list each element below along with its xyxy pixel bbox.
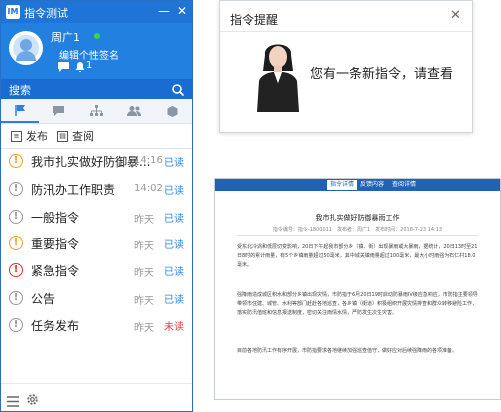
document-paragraph: 目前各地防汛工作有序开展，市防指要求各地继续加强巡查值守，做好应对后续强降雨的各… <box>237 348 458 354</box>
list-item[interactable]: ! 任务发布 昨天 未读 <box>1 311 192 339</box>
item-status: 已读 <box>164 186 184 197</box>
item-time: 昨天 <box>134 323 154 334</box>
tab-instructions[interactable] <box>1 99 39 123</box>
item-time: 14:02 <box>134 183 163 194</box>
app-logo-icon: IM <box>6 5 20 19</box>
item-time: 14:16 <box>134 155 163 166</box>
instruction-document: 指令详情 反馈内容 查阅详情 我市扎实做好防御暴雨工作 指令编号：指令-1800… <box>214 178 501 400</box>
alert-icon: ! <box>9 182 23 196</box>
item-title: 紧急指令 <box>31 264 80 278</box>
subtab-publish[interactable]: ≡ 发布 <box>11 128 48 144</box>
document-divider <box>237 235 478 236</box>
bell-icon[interactable] <box>73 61 86 73</box>
cube-icon <box>167 105 177 117</box>
list-item[interactable]: ! 我市扎实做好防御暴... 14:16 已读 <box>1 147 192 175</box>
list-item[interactable]: ! 一般指令 昨天 已读 <box>1 203 192 231</box>
item-time: 昨天 <box>134 268 154 279</box>
subtab-review-label: 查阅 <box>72 130 94 143</box>
profile-header: 周广1 编辑个性签名 1 <box>1 23 192 79</box>
review-icon: ▤ <box>57 130 68 142</box>
window-title: 指令测试 <box>24 7 68 20</box>
list-item[interactable]: ! 公告 昨天 已读 <box>1 284 192 312</box>
chat-icon <box>52 106 64 116</box>
item-status: 已读 <box>164 295 184 306</box>
popup-divider <box>220 31 472 32</box>
item-title: 公告 <box>31 292 56 306</box>
subtab-publish-label: 发布 <box>26 130 48 143</box>
item-title: 重要指令 <box>31 237 80 251</box>
search-icon[interactable] <box>171 82 185 97</box>
item-time: 昨天 <box>134 215 154 226</box>
item-status: 已读 <box>164 240 184 251</box>
message-icon[interactable] <box>57 61 70 73</box>
publish-icon: ≡ <box>11 130 22 142</box>
document-paragraph: 受东北冷涡和低层切变影响，20日下午起我市部分乡（镇、街）出现暴雨或大暴雨，据统… <box>237 244 478 268</box>
alert-icon: ! <box>9 318 23 332</box>
alert-icon: ! <box>9 154 23 168</box>
im-window: IM 指令测试 — ✕ 周广1 编辑个性签名 1 搜索 ≡ 发布 ▤ 查阅 ! … <box>0 0 193 412</box>
avatar[interactable] <box>9 31 43 65</box>
tab-contacts[interactable] <box>115 99 153 123</box>
tab-organization[interactable] <box>77 99 115 123</box>
alert-count: 1 <box>86 60 93 71</box>
document-title: 我市扎实做好防御暴雨工作 <box>315 214 400 222</box>
avatar-head <box>20 39 32 51</box>
document-meta: 指令编号：指令-1800011 发布者：周广1 发布时间：2018-7-23 1… <box>272 227 443 233</box>
document-paragraph: 强降雨造成城区积水和部分乡镇出现灾情，市防指于6月20日19时启动防暴雨IV级应… <box>237 292 478 316</box>
main-tabs <box>1 99 192 124</box>
item-title: 任务发布 <box>31 319 80 333</box>
sub-tabs: ≡ 发布 ▤ 查阅 <box>1 124 192 149</box>
org-tree-icon <box>89 105 103 116</box>
item-title: 防汛办工作职责 <box>31 183 116 197</box>
search-bar <box>1 79 192 99</box>
menu-icon[interactable] <box>7 392 21 407</box>
tab-messages[interactable] <box>39 99 77 123</box>
list-item[interactable]: ! 防汛办工作职责 14:02 已读 <box>1 175 192 203</box>
popup-title: 指令提醒 <box>230 13 279 27</box>
list-item[interactable]: ! 重要指令 昨天 已读 <box>1 229 192 257</box>
doc-tab-review[interactable]: 查阅详情 <box>392 180 416 190</box>
username: 周广1 <box>51 31 80 44</box>
tab-apps[interactable] <box>153 99 191 123</box>
bottom-bar <box>1 383 192 412</box>
close-button[interactable]: ✕ <box>175 4 189 18</box>
settings-gear-icon[interactable] <box>26 391 40 405</box>
search-input[interactable] <box>7 81 161 99</box>
flag-icon <box>14 104 25 116</box>
alert-icon: ! <box>9 291 23 305</box>
item-time: 昨天 <box>134 296 154 307</box>
alert-icon: ! <box>9 210 23 224</box>
item-time: 昨天 <box>134 241 154 252</box>
online-status-icon[interactable] <box>94 33 100 39</box>
contacts-icon <box>127 106 141 116</box>
item-title: 一般指令 <box>31 211 80 225</box>
item-status: 已读 <box>164 158 184 169</box>
doc-tab-details[interactable]: 指令详情 <box>327 180 358 190</box>
popup-message: 您有一条新指令，请查看 <box>310 67 454 82</box>
item-status: 未读 <box>164 322 184 333</box>
title-bar[interactable]: IM 指令测试 — ✕ <box>1 1 192 23</box>
document-toolbar: 指令详情 反馈内容 查阅详情 <box>215 179 500 191</box>
item-status: 已读 <box>164 214 184 225</box>
businesswoman-image <box>257 44 299 112</box>
minimize-button[interactable]: — <box>157 4 171 18</box>
subtab-review[interactable]: ▤ 查阅 <box>57 128 94 144</box>
item-title: 我市扎实做好防御暴... <box>31 155 151 169</box>
alert-icon: ! <box>9 236 23 250</box>
popup-close-icon[interactable]: ✕ <box>450 8 461 23</box>
alert-icon: ! <box>9 263 23 277</box>
notification-popup[interactable]: 指令提醒 ✕ 您有一条新指令，请查看 <box>219 0 473 133</box>
doc-tab-feedback[interactable]: 反馈内容 <box>360 180 384 190</box>
list-item[interactable]: ! 紧急指令 昨天 已读 <box>1 256 192 284</box>
item-status: 已读 <box>164 267 184 278</box>
